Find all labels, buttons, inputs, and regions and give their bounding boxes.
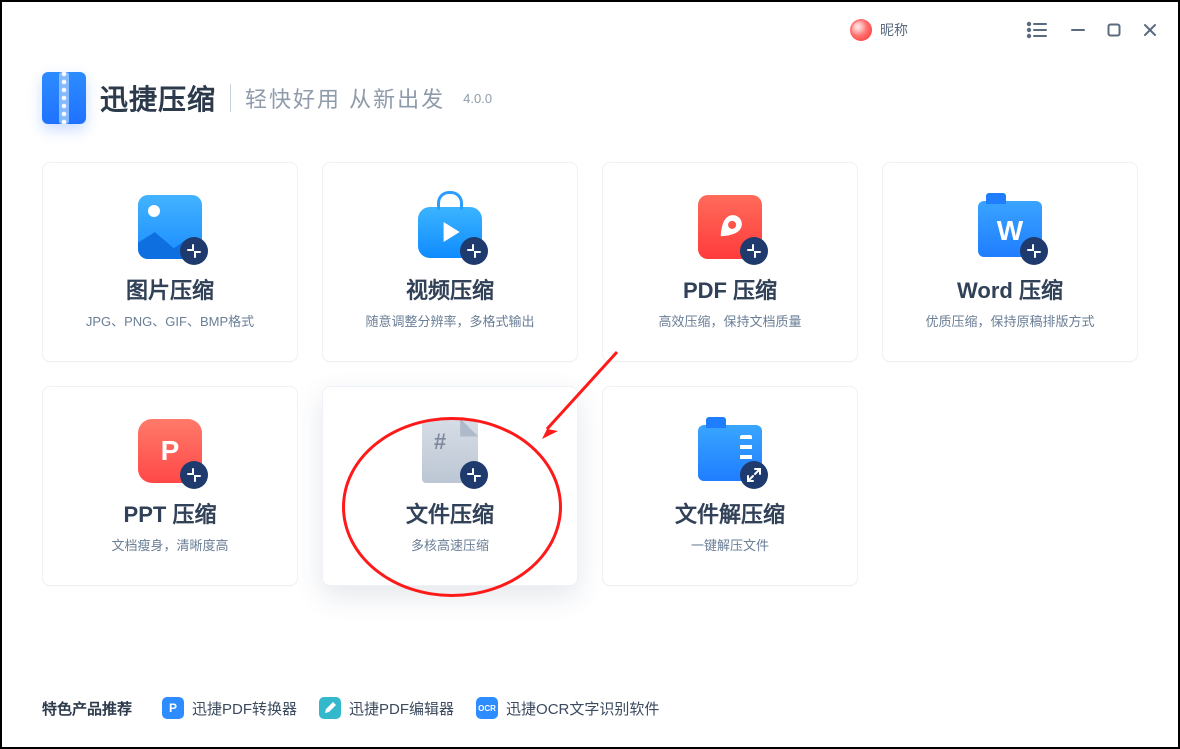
reco-label: 迅捷OCR文字识别软件 [506,698,659,719]
card-title: 视频压缩 [406,273,494,305]
nickname-label: 昵称 [880,20,908,40]
expand-badge-icon [740,461,768,489]
reco-label: 迅捷PDF编辑器 [349,698,454,719]
card-subtitle: 高效压缩，保持文档质量 [658,311,801,330]
card-title: 图片压缩 [126,273,214,305]
maximize-button[interactable] [1106,22,1122,38]
card-subtitle: 优质压缩，保持原稿排版方式 [925,311,1094,330]
compress-badge-icon [460,461,488,489]
card-subtitle: JPG、PNG、GIF、BMP格式 [86,311,254,330]
card-title: PPT 压缩 [124,497,217,529]
brand-row: 迅捷压缩 轻快好用 从新出发 4.0.0 [42,72,492,124]
card-subtitle: 多核高速压缩 [411,535,489,554]
compress-badge-icon [1020,237,1048,265]
word-icon: W [978,195,1042,259]
close-button[interactable] [1142,22,1158,38]
card-file-decompress[interactable]: 文件解压缩 一键解压文件 [602,386,858,586]
card-title: Word 压缩 [957,273,1063,305]
ppt-icon: P [138,419,202,483]
version-label: 4.0.0 [463,91,492,106]
card-subtitle: 随意调整分辨率，多格式输出 [365,311,534,330]
reco-ocr[interactable]: OCR 迅捷OCR文字识别软件 [476,697,659,719]
compress-badge-icon [740,237,768,265]
compress-badge-icon [460,237,488,265]
app-name: 迅捷压缩 [100,78,216,118]
user-area[interactable]: 昵称 [850,19,908,41]
compress-badge-icon [180,237,208,265]
feature-grid: 图片压缩 JPG、PNG、GIF、BMP格式 视频压缩 随意调整分辨率，多格式输… [42,162,1138,586]
app-badge-icon: OCR [476,697,498,719]
zip-icon [698,419,762,483]
card-ppt-compress[interactable]: P PPT 压缩 文档瘦身，清晰度高 [42,386,298,586]
menu-list-button[interactable] [1026,21,1048,39]
compress-badge-icon [180,461,208,489]
card-title: PDF 压缩 [683,273,777,305]
card-title: 文件压缩 [406,497,494,529]
reco-pdf-editor[interactable]: 迅捷PDF编辑器 [319,697,454,719]
reco-pdf-converter[interactable]: P 迅捷PDF转换器 [162,697,297,719]
app-badge-icon: P [162,697,184,719]
app-logo-icon [42,72,86,124]
card-pdf-compress[interactable]: PDF 压缩 高效压缩，保持文档质量 [602,162,858,362]
card-video-compress[interactable]: 视频压缩 随意调整分辨率，多格式输出 [322,162,578,362]
card-image-compress[interactable]: 图片压缩 JPG、PNG、GIF、BMP格式 [42,162,298,362]
card-subtitle: 文档瘦身，清晰度高 [111,535,228,554]
pdf-icon [698,195,762,259]
divider [230,84,231,112]
card-file-compress[interactable]: # 文件压缩 多核高速压缩 [322,386,578,586]
avatar-icon [850,19,872,41]
video-icon [418,195,482,259]
app-badge-icon [319,697,341,719]
file-icon: # [418,419,482,483]
tagline: 轻快好用 从新出发 [245,82,445,114]
reco-label: 迅捷PDF转换器 [192,698,297,719]
title-bar: 昵称 [2,2,1178,58]
card-subtitle: 一键解压文件 [691,535,769,554]
card-title: 文件解压缩 [675,497,785,529]
minimize-button[interactable] [1070,22,1086,38]
card-word-compress[interactable]: W Word 压缩 优质压缩，保持原稿排版方式 [882,162,1138,362]
image-icon [138,195,202,259]
footer-bar: 特色产品推荐 P 迅捷PDF转换器 迅捷PDF编辑器 OCR 迅捷OCR文字识别… [42,697,1138,719]
footer-label: 特色产品推荐 [42,698,132,719]
